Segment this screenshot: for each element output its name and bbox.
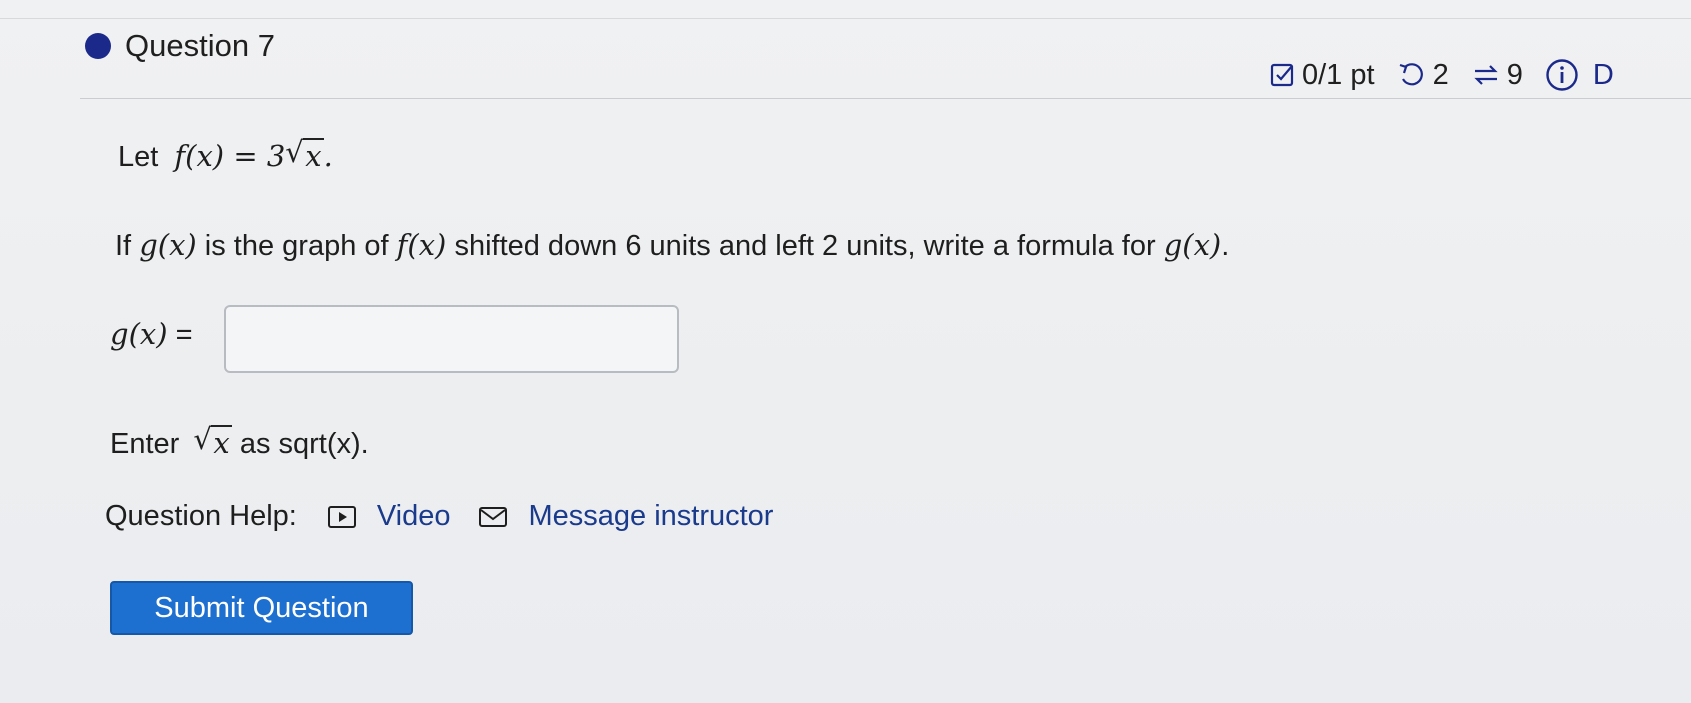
f-definition-period: . <box>323 139 333 173</box>
f-radicand: x <box>303 138 324 173</box>
f-expression: f(x) <box>396 228 447 262</box>
let-word: Let <box>118 141 159 173</box>
checkbox-icon <box>1270 62 1296 88</box>
hint-sqrt: √ x <box>193 422 232 460</box>
g-expression-end: g(x) <box>1163 228 1222 262</box>
hint-radical-sign: √ <box>193 422 212 456</box>
f-definition-lhs: f(x) = 3 <box>174 139 286 173</box>
answer-label: g(x) = <box>110 317 193 352</box>
answer-input[interactable] <box>224 305 679 373</box>
help-label: Question Help: <box>105 500 297 532</box>
function-definition: Let f(x) = 3 √ x. <box>118 135 333 174</box>
retry-icon <box>1397 61 1427 89</box>
top-divider <box>0 0 1691 19</box>
question-title: Question 7 <box>125 28 275 63</box>
shift-text: shifted down 6 units and left 2 units, w… <box>454 230 1156 262</box>
submit-question-button[interactable]: Submit Question <box>110 581 413 635</box>
message-label: Message instructor <box>528 500 774 532</box>
page: Question 7 0/1 pt 2 9 D Let f(x) = 3 √ x… <box>0 0 1691 703</box>
score-text: 0/1 pt <box>1302 58 1375 91</box>
details-partial-text[interactable]: D <box>1593 59 1614 92</box>
problem-statement: If g(x) is the graph of f(x) shifted dow… <box>115 228 1229 263</box>
input-hint: Enter √ x as sqrt(x). <box>110 422 369 461</box>
question-status-dot <box>85 33 111 59</box>
video-icon <box>327 505 367 529</box>
answer-equals: = <box>175 319 193 351</box>
hint-enter-word: Enter <box>110 428 180 460</box>
question-help: Question Help: Video Message instructor <box>105 500 801 533</box>
answer-function: g(x) <box>110 317 168 351</box>
attempts-count: 2 <box>1432 58 1449 91</box>
radical-sign: √ <box>285 135 304 169</box>
message-instructor-link[interactable]: Message instructor <box>478 500 773 533</box>
header-divider <box>80 98 1691 99</box>
if-word: If <box>115 230 132 262</box>
hint-as-text: as sqrt(x). <box>239 428 369 460</box>
versions-icon <box>1471 61 1501 89</box>
question-meta: 0/1 pt 2 9 D <box>1270 58 1614 92</box>
video-label: Video <box>376 500 451 532</box>
statement-period: . <box>1221 230 1230 262</box>
mail-icon <box>478 505 518 529</box>
middle-text: is the graph of <box>204 230 389 262</box>
versions-count: 9 <box>1506 58 1523 91</box>
sqrt-expression: √ x <box>285 135 324 173</box>
info-icon[interactable] <box>1545 58 1579 92</box>
video-link[interactable]: Video <box>327 500 451 533</box>
question-header: Question 7 <box>85 28 275 64</box>
g-expression: g(x) <box>139 228 197 262</box>
hint-radicand: x <box>211 425 232 460</box>
